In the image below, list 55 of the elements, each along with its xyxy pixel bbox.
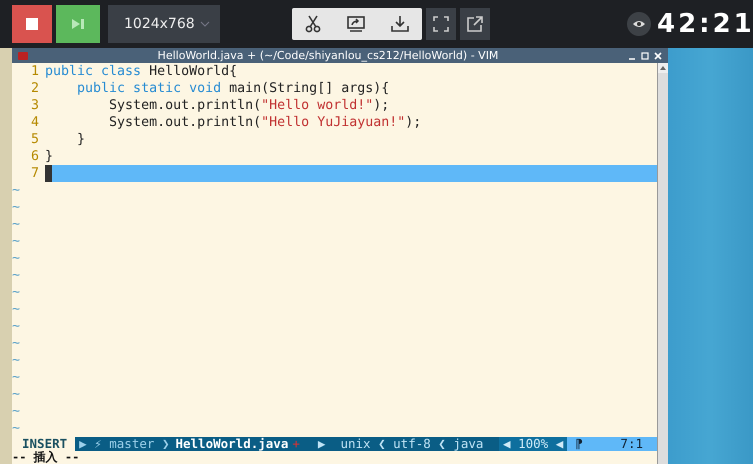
- code-line: }: [76, 131, 86, 148]
- line-number: 1: [30, 63, 40, 80]
- code-line: public static void main(String[] args){: [76, 80, 390, 97]
- stop-button[interactable]: [12, 5, 52, 43]
- line-number: 6: [30, 148, 40, 165]
- app-icon: [18, 52, 28, 60]
- maximize-icon[interactable]: [641, 52, 649, 60]
- empty-line-marker: ~: [12, 284, 20, 301]
- chevron-icon: [200, 21, 210, 27]
- skip-icon: [71, 18, 85, 30]
- resolution-dropdown[interactable]: 1024x768: [108, 5, 220, 43]
- modified-flag: +: [290, 437, 310, 451]
- scroll-up-icon[interactable]: [658, 63, 668, 73]
- empty-line-marker: ~: [12, 301, 20, 318]
- code-line: }: [45, 148, 54, 165]
- file-name: HelloWorld.java: [173, 437, 290, 451]
- empty-line-marker: ~: [12, 352, 20, 369]
- line-number: 3: [30, 97, 40, 114]
- fullscreen-button[interactable]: [426, 8, 456, 40]
- empty-line-marker: ~: [12, 369, 20, 386]
- timer: 42:21: [657, 9, 753, 39]
- empty-line-marker: ~: [12, 199, 20, 216]
- code-line: System.out.println("Hello YuJiayuan!");: [108, 114, 422, 131]
- empty-line-marker: ~: [12, 403, 20, 420]
- code-line: public class HelloWorld{: [45, 63, 238, 80]
- empty-line-marker: ~: [12, 420, 20, 437]
- fullscreen-icon: [433, 16, 449, 32]
- empty-line-marker: ~: [12, 250, 20, 267]
- external-link-button[interactable]: [460, 8, 490, 40]
- empty-line-marker: ~: [12, 267, 20, 284]
- mode-indicator: INSERT: [12, 437, 76, 451]
- line-number: 2: [30, 80, 40, 97]
- empty-line-marker: ~: [12, 318, 20, 335]
- scroll-percent: ◀ 100% ◀: [499, 437, 568, 451]
- git-branch: ▶ ⚡ master ❯: [75, 437, 174, 451]
- scissors-icon[interactable]: [304, 15, 322, 33]
- line-number: 4: [30, 114, 40, 131]
- scrollbar[interactable]: [657, 63, 668, 464]
- download-icon[interactable]: [390, 15, 410, 33]
- empty-line-marker: ~: [12, 386, 20, 403]
- line-number: 5: [30, 131, 40, 148]
- external-link-icon: [467, 16, 483, 32]
- empty-line-marker: ~: [12, 335, 20, 352]
- empty-line-marker: ~: [12, 182, 20, 199]
- file-info: ▶ unix ❮ utf-8 ❮ java: [310, 437, 500, 451]
- command-line: -- 插入 --: [12, 451, 80, 464]
- line-number: 7: [12, 165, 45, 182]
- eye-icon[interactable]: [627, 12, 651, 36]
- code-line: System.out.println("Hello world!");: [108, 97, 390, 114]
- close-icon[interactable]: [654, 52, 662, 60]
- empty-line-marker: ~: [12, 216, 20, 233]
- window-title: HelloWorld.java + (~/Code/shiyanlou_cs212/HelloWorld) - VIM: [156, 49, 500, 62]
- screen-share-icon[interactable]: [346, 15, 366, 33]
- text-cursor: [45, 165, 52, 182]
- empty-line-marker: ~: [12, 233, 20, 250]
